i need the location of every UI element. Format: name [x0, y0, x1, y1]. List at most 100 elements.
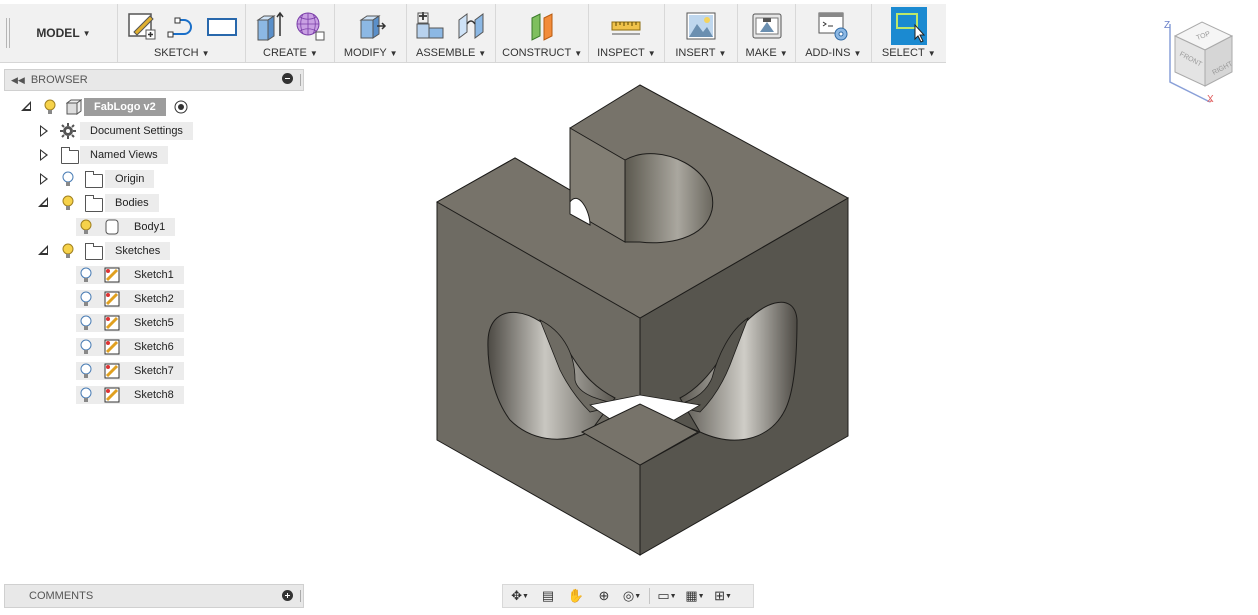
- folder-icon: [61, 147, 79, 164]
- root-component-label[interactable]: FabLogo v2: [84, 98, 166, 116]
- toolbar-group-modify[interactable]: MODIFY ▼: [335, 4, 408, 62]
- panel-resize-handle[interactable]: [300, 590, 301, 602]
- extrude-icon[interactable]: [254, 10, 286, 42]
- visibility-bulb-on-icon[interactable]: [60, 194, 76, 212]
- visibility-bulb-on-icon[interactable]: [78, 218, 94, 236]
- press-pull-icon[interactable]: [355, 10, 387, 42]
- workspace-switcher[interactable]: MODEL ▼: [10, 4, 119, 62]
- visibility-bulb-off-icon[interactable]: [78, 314, 94, 332]
- visibility-bulb-off-icon[interactable]: [78, 386, 94, 404]
- expand-right-icon[interactable]: [40, 173, 48, 185]
- tree-item-label[interactable]: Origin: [105, 170, 155, 188]
- tree-item-label[interactable]: Sketch5: [124, 314, 184, 332]
- activate-radio-icon[interactable]: [174, 100, 188, 114]
- window-select-icon[interactable]: [890, 7, 927, 45]
- modify-menu[interactable]: MODIFY ▼: [344, 46, 398, 60]
- panel-resize-handle[interactable]: [300, 74, 301, 86]
- tree-item-document-settings[interactable]: Document Settings: [0, 121, 300, 141]
- component-icon: [66, 99, 82, 115]
- create-menu[interactable]: CREATE ▼: [263, 46, 318, 60]
- tree-item-label[interactable]: Named Views: [80, 146, 168, 164]
- toolbar-group-insert[interactable]: INSERT ▼: [665, 4, 739, 62]
- toolbar-grip[interactable]: [0, 4, 10, 62]
- orbit-icon[interactable]: ✥ ▼: [509, 587, 531, 605]
- tree-item-label[interactable]: Sketch7: [124, 362, 184, 380]
- create-sketch-icon[interactable]: [126, 10, 158, 42]
- visibility-bulb-on-icon[interactable]: [60, 242, 76, 260]
- viewports-icon[interactable]: ⊞ ▼: [712, 587, 734, 605]
- tree-item-sketch8[interactable]: Sketch8: [0, 385, 300, 405]
- comments-panel[interactable]: COMMENTS: [4, 584, 304, 608]
- chevron-down-icon: ▼: [82, 28, 91, 38]
- visibility-bulb-off-icon[interactable]: [78, 290, 94, 308]
- tree-item-sketch2[interactable]: Sketch2: [0, 289, 300, 309]
- toolbar-group-make[interactable]: MAKE ▼: [738, 4, 797, 62]
- tree-item-label[interactable]: Body1: [124, 218, 176, 236]
- add-comment-icon[interactable]: [282, 590, 293, 601]
- insert-image-icon[interactable]: [685, 10, 717, 42]
- tree-item-label[interactable]: Bodies: [105, 194, 159, 212]
- tree-item-origin[interactable]: Origin: [0, 169, 300, 189]
- toolbar-group-select[interactable]: SELECT ▼: [872, 4, 946, 62]
- construct-menu[interactable]: CONSTRUCT ▼: [502, 46, 582, 60]
- pan-hand-icon[interactable]: ✋: [565, 587, 587, 605]
- visibility-bulb-off-icon[interactable]: [78, 362, 94, 380]
- line-tool-icon[interactable]: [166, 10, 198, 42]
- assemble-menu[interactable]: ASSEMBLE ▼: [416, 46, 486, 60]
- measure-icon[interactable]: [610, 10, 642, 42]
- tree-item-named-views[interactable]: Named Views: [0, 145, 300, 165]
- select-menu[interactable]: SELECT ▼: [882, 46, 936, 60]
- joint-icon[interactable]: [455, 10, 487, 42]
- tree-item-label[interactable]: Sketch2: [124, 290, 184, 308]
- grid-settings-icon[interactable]: ▦ ▼: [684, 587, 706, 605]
- form-icon[interactable]: [294, 10, 326, 42]
- new-component-icon[interactable]: [415, 10, 447, 42]
- collapse-panel-icon[interactable]: ◀◀: [11, 75, 25, 86]
- addins-menu[interactable]: ADD-INS ▼: [805, 46, 861, 60]
- tree-item-label[interactable]: Sketch6: [124, 338, 184, 356]
- 3d-model-body[interactable]: [420, 80, 860, 560]
- tree-item-label[interactable]: Sketches: [105, 242, 171, 260]
- visibility-bulb-off-icon[interactable]: [60, 170, 76, 188]
- tree-item-sketch1[interactable]: Sketch1: [0, 265, 300, 285]
- toolbar-group-addins[interactable]: ADD-INS ▼: [796, 4, 872, 62]
- view-cube[interactable]: Z X TOP FRONT RIGHT: [1160, 14, 1250, 104]
- rectangle-tool-icon[interactable]: [206, 10, 238, 42]
- tree-item-sketch5[interactable]: Sketch5: [0, 313, 300, 333]
- 3d-print-icon[interactable]: [751, 10, 783, 42]
- inspect-menu[interactable]: INSPECT ▼: [597, 46, 656, 60]
- tree-item-sketch7[interactable]: Sketch7: [0, 361, 300, 381]
- toolbar-group-construct[interactable]: CONSTRUCT ▼: [496, 4, 590, 62]
- expand-down-icon[interactable]: [21, 101, 31, 111]
- offset-plane-icon[interactable]: [526, 10, 558, 42]
- toolbar-group-assemble[interactable]: ASSEMBLE ▼: [407, 4, 497, 62]
- toolbar-group-inspect[interactable]: INSPECT ▼: [589, 4, 665, 62]
- make-menu[interactable]: MAKE ▼: [746, 46, 788, 60]
- look-at-icon[interactable]: ▤: [537, 587, 559, 605]
- tree-item-label[interactable]: Document Settings: [80, 122, 193, 140]
- expand-down-icon[interactable]: [38, 245, 48, 255]
- sketch-menu[interactable]: SKETCH ▼: [154, 46, 210, 60]
- insert-menu[interactable]: INSERT ▼: [675, 46, 726, 60]
- fit-zoom-icon[interactable]: ◎ ▼: [621, 587, 643, 605]
- browser-panel-header[interactable]: ◀◀ BROWSER: [4, 69, 304, 91]
- scripts-addins-icon[interactable]: [817, 10, 849, 42]
- tree-item-sketches[interactable]: Sketches: [0, 241, 300, 261]
- visibility-bulb-on-icon[interactable]: [42, 98, 58, 116]
- expand-right-icon[interactable]: [40, 125, 48, 137]
- tree-item-sketch6[interactable]: Sketch6: [0, 337, 300, 357]
- tree-item-label[interactable]: Sketch1: [124, 266, 184, 284]
- expand-right-icon[interactable]: [40, 149, 48, 161]
- collapse-browser-icon[interactable]: [282, 73, 293, 84]
- tree-item-body1[interactable]: Body1: [0, 217, 300, 237]
- visibility-bulb-off-icon[interactable]: [78, 338, 94, 356]
- tree-item-bodies[interactable]: Bodies: [0, 193, 300, 213]
- toolbar-group-sketch[interactable]: SKETCH ▼: [118, 4, 247, 62]
- zoom-icon[interactable]: ⊕: [593, 587, 615, 605]
- toolbar-group-create[interactable]: CREATE ▼: [246, 4, 336, 62]
- tree-item-label[interactable]: Sketch8: [124, 386, 184, 404]
- visibility-bulb-off-icon[interactable]: [78, 266, 94, 284]
- expand-down-icon[interactable]: [38, 197, 48, 207]
- display-settings-icon[interactable]: ▭ ▼: [656, 587, 678, 605]
- tree-root[interactable]: FabLogo v2: [0, 97, 300, 117]
